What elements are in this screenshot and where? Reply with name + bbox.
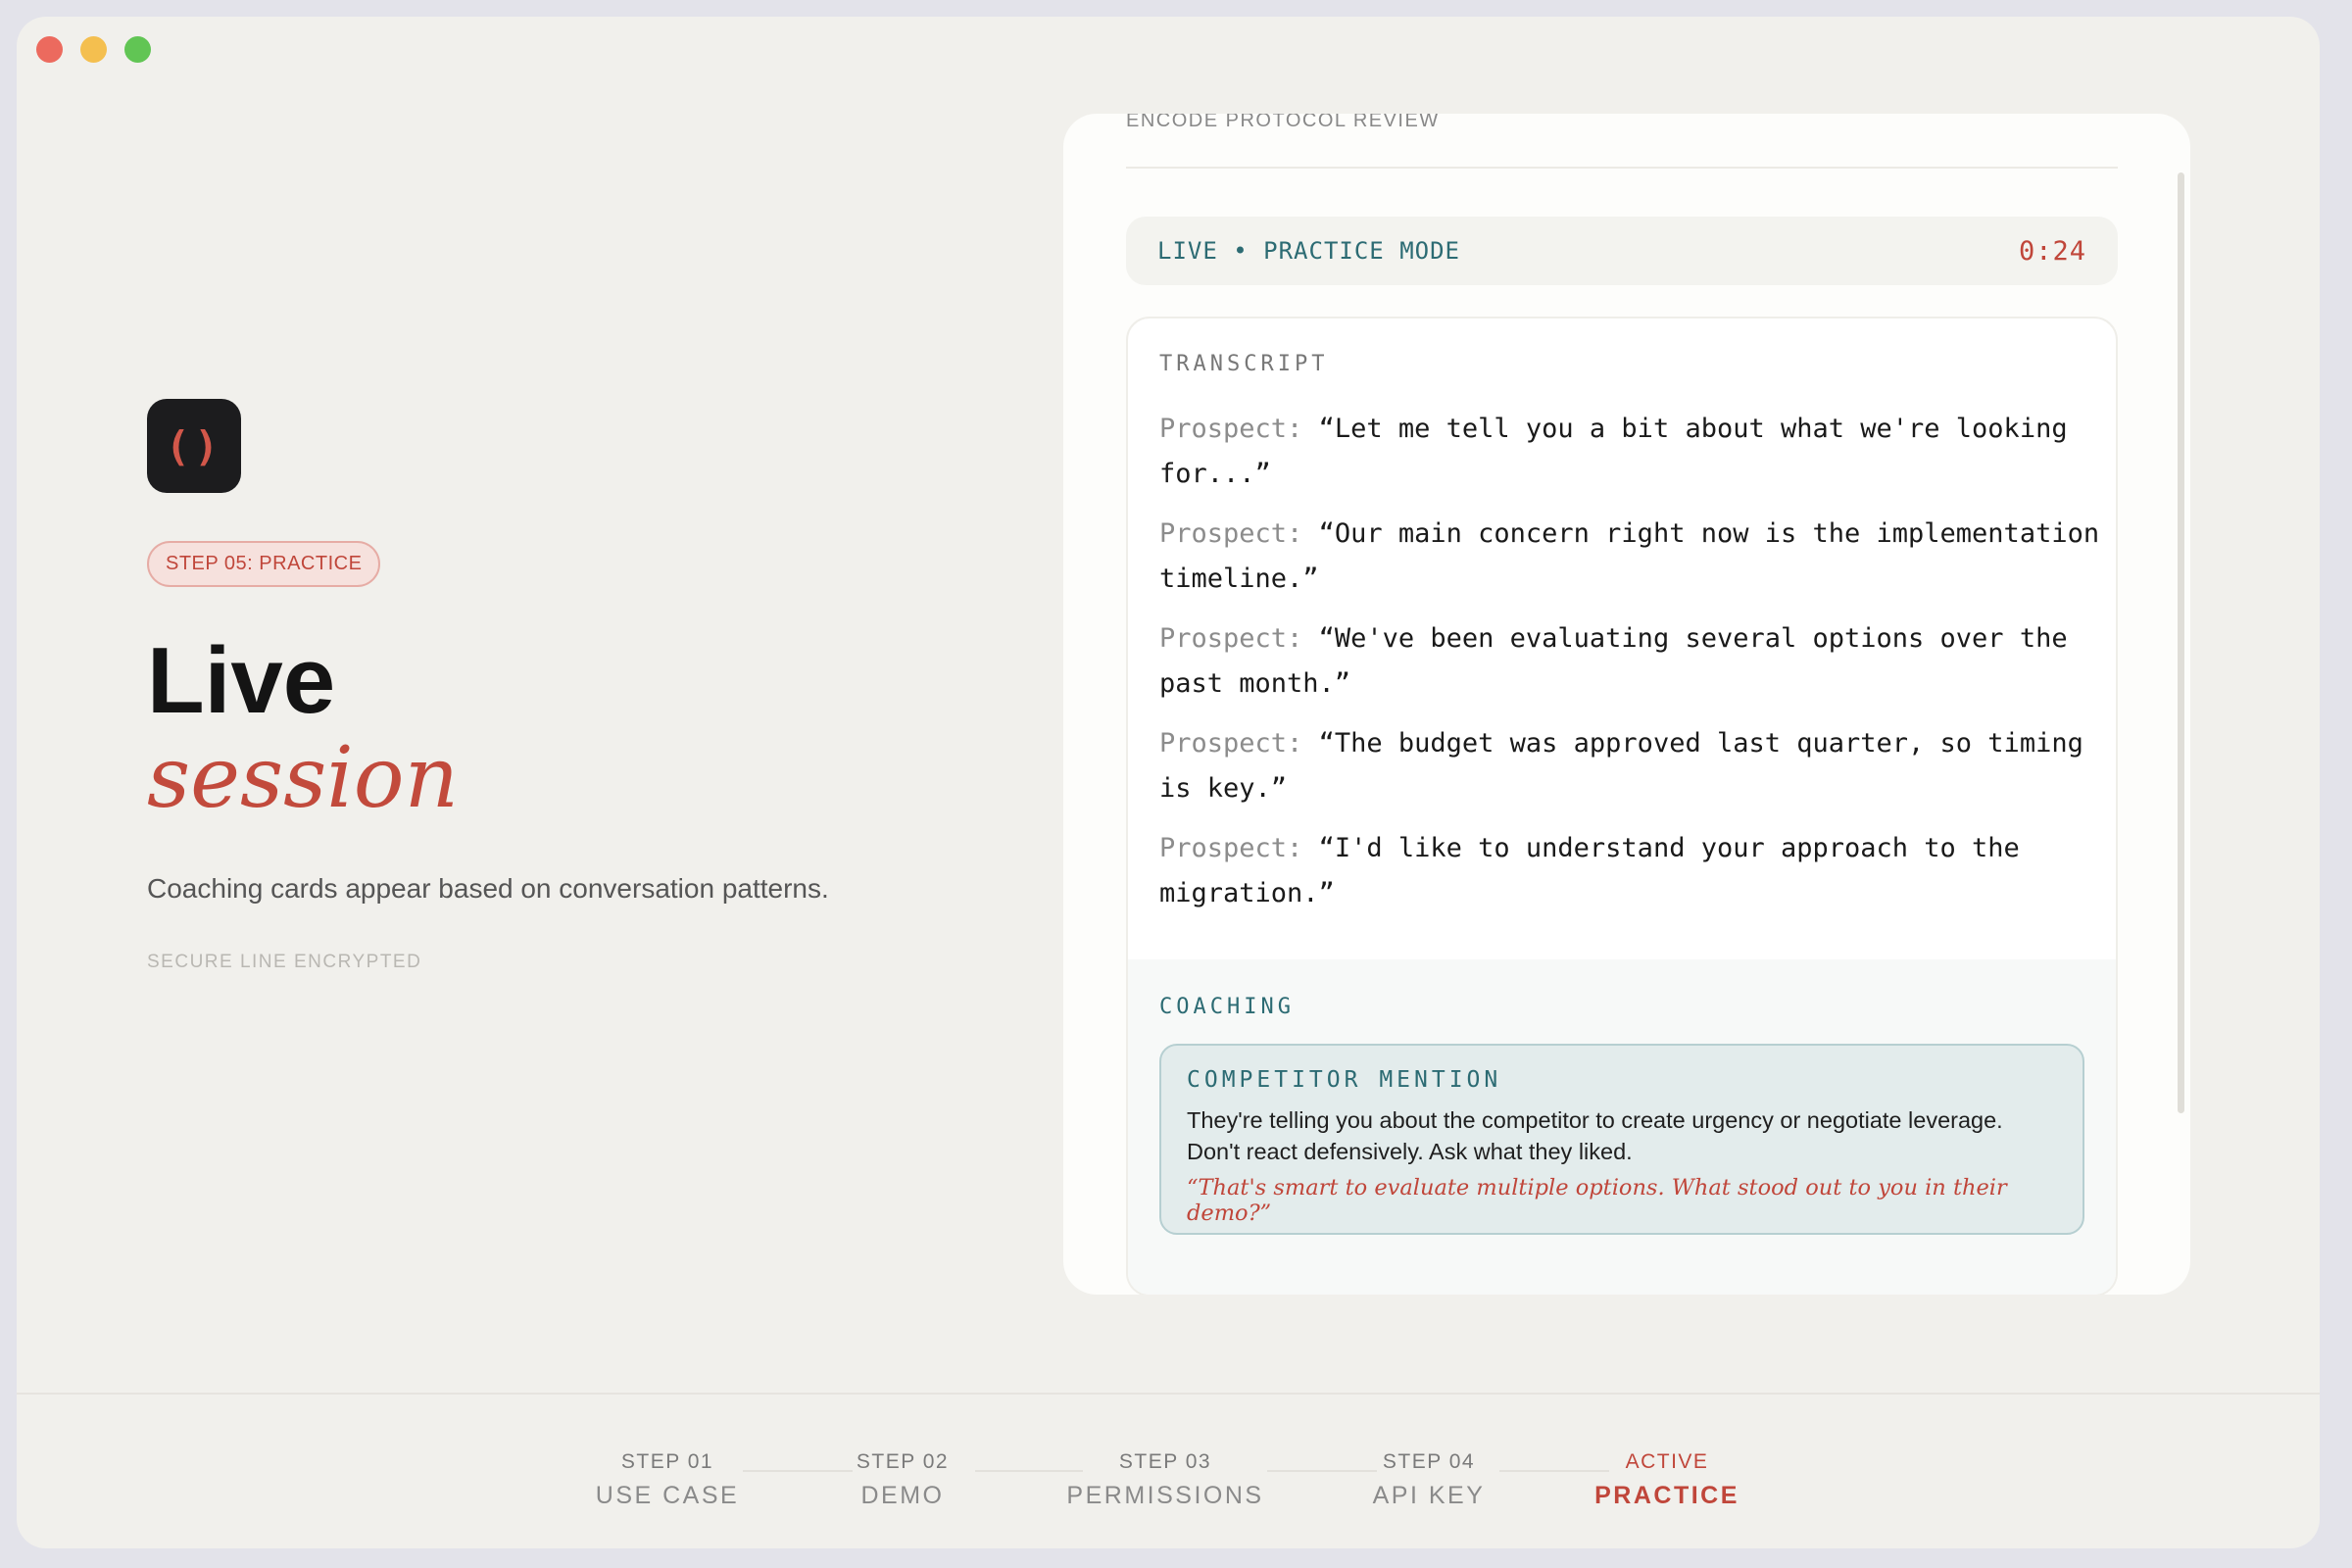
step-connector	[1267, 1470, 1377, 1472]
step-number: STEP 04	[1382, 1450, 1476, 1473]
minimize-window-button[interactable]	[80, 36, 107, 63]
step-number: STEP 02	[856, 1450, 950, 1473]
page-title: Live	[147, 628, 336, 733]
speaker-label: Prospect:	[1159, 728, 1303, 759]
step-name: PERMISSIONS	[1066, 1482, 1264, 1509]
step-connector	[743, 1470, 853, 1472]
app-window: () STEP 05: PRACTICE Live session Coachi…	[17, 17, 2320, 1548]
secure-line-label: SECURE LINE ENCRYPTED	[147, 952, 422, 973]
step-permissions[interactable]: STEP 03 PERMISSIONS	[1066, 1450, 1263, 1510]
window-controls	[36, 36, 151, 63]
parentheses-icon: ()	[165, 421, 223, 470]
transcript-line: Prospect: “I'd like to understand your a…	[1159, 826, 2100, 916]
session-timer: 0:24	[2018, 235, 2086, 267]
live-mode-label: LIVE • PRACTICE MODE	[1157, 237, 1460, 265]
suggested-response: “That's smart to evaluate multiple optio…	[1187, 1175, 2007, 1226]
transcript-line: Prospect: “Let me tell you a bit about w…	[1159, 407, 2100, 497]
step-badge: STEP 05: PRACTICE	[147, 541, 381, 587]
coaching-card[interactable]: COMPETITOR MENTION They're telling you a…	[1159, 1044, 2084, 1235]
step-practice[interactable]: ACTIVE PRACTICE	[1594, 1450, 1740, 1510]
app-logo: ()	[147, 399, 241, 493]
step-navigation: STEP 01 USE CASE STEP 02 DEMO STEP 03 PE…	[17, 1393, 2320, 1548]
step-name: DEMO	[860, 1482, 945, 1509]
intro-section: () STEP 05: PRACTICE Live session Coachi…	[147, 399, 1029, 973]
transcript-heading: TRANSCRIPT	[1159, 352, 1329, 376]
step-api-key[interactable]: STEP 04 API KEY	[1373, 1450, 1486, 1510]
transcript-line: Prospect: “The budget was approved last …	[1159, 721, 2100, 811]
coaching-section: COACHING COMPETITOR MENTION They're tell…	[1128, 959, 2116, 1295]
coaching-card-body: They're telling you about the competitor…	[1187, 1107, 2003, 1164]
card-scrollbar[interactable]	[2178, 172, 2184, 1113]
step-name: API KEY	[1372, 1482, 1486, 1509]
speaker-label: Prospect:	[1159, 623, 1303, 654]
speaker-label: Prospect:	[1159, 414, 1303, 444]
step-number: STEP 01	[620, 1450, 714, 1473]
speaker-label: Prospect:	[1159, 833, 1303, 863]
step-name: USE CASE	[595, 1482, 740, 1509]
step-demo[interactable]: STEP 02 DEMO	[857, 1450, 949, 1510]
live-status-bar: LIVE • PRACTICE MODE 0:24	[1126, 217, 2118, 285]
coaching-heading: COACHING	[1159, 995, 1295, 1019]
card-header: ENCODE PROTOCOL REVIEW	[1126, 114, 1440, 131]
transcript-list: Prospect: “Let me tell you a bit about w…	[1159, 407, 2100, 931]
step-connector	[1499, 1470, 1609, 1472]
session-card: ENCODE PROTOCOL REVIEW LIVE • PRACTICE M…	[1063, 114, 2190, 1295]
step-name: PRACTICE	[1594, 1482, 1740, 1509]
header-divider	[1126, 167, 2118, 169]
transcript-line: Prospect: “Our main concern right now is…	[1159, 512, 2100, 602]
page-subtitle: Coaching cards appear based on conversat…	[147, 873, 829, 905]
coaching-card-title: COMPETITOR MENTION	[1187, 1067, 1502, 1093]
step-number: STEP 03	[1118, 1450, 1212, 1473]
zoom-window-button[interactable]	[124, 36, 151, 63]
transcript-line: Prospect: “We've been evaluating several…	[1159, 616, 2100, 707]
conversation-panel: TRANSCRIPT Prospect: “Let me tell you a …	[1126, 317, 2118, 1295]
page-title-accent: session	[147, 729, 459, 827]
step-number: ACTIVE	[1625, 1450, 1709, 1473]
step-use-case[interactable]: STEP 01 USE CASE	[596, 1450, 739, 1510]
close-window-button[interactable]	[36, 36, 63, 63]
speaker-label: Prospect:	[1159, 518, 1303, 549]
